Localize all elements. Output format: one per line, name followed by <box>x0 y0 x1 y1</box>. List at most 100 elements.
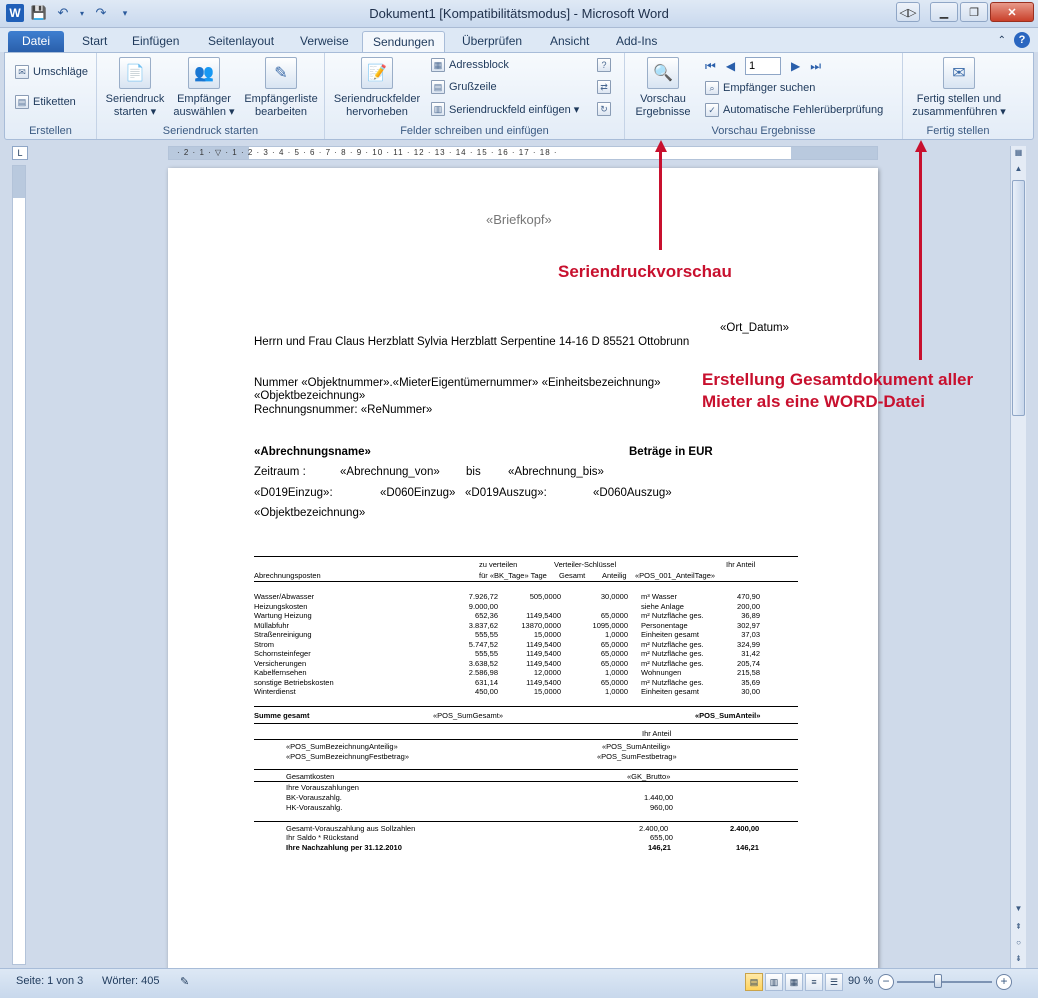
empfaenger-label1: Empfänger <box>177 93 231 105</box>
anteil-rule <box>254 739 798 740</box>
next-page-icon[interactable]: ⇟ <box>1012 954 1025 968</box>
etiketten-button[interactable]: ▤ Etiketten <box>15 95 76 109</box>
word-count[interactable]: Wörter: 405 <box>102 975 159 987</box>
table-cell: 30,0000 <box>600 592 628 601</box>
empfaenger-suchen-button[interactable]: ⌕ Empfänger suchen <box>705 81 815 95</box>
first-record-icon[interactable]: ⏮ <box>705 59 716 74</box>
collapse-ribbon-icon[interactable]: ⌃ <box>998 35 1006 46</box>
tab-einfuegen[interactable]: Einfügen <box>122 31 189 52</box>
scroll-up-icon[interactable]: ▲ <box>1012 164 1025 178</box>
table-cell: 1,0000 <box>605 687 628 696</box>
hervorheben-label1: Seriendruckfelder <box>333 93 421 105</box>
fehlerpruefung-button[interactable]: ✓ Automatische Fehlerüberprüfung <box>705 103 883 117</box>
objektbezeichnung-field: «Objektbezeichnung» <box>254 390 366 402</box>
gesamt-voraus-value-2: 2.400,00 <box>730 824 760 833</box>
tab-start[interactable]: Start <box>72 31 117 52</box>
page-count[interactable]: Seite: 1 von 3 <box>16 975 83 987</box>
umschlaege-button[interactable]: ✉ Umschläge <box>15 65 88 79</box>
vertical-scrollbar[interactable]: ▦ ▲ ▼ ⇞ ○ ⇟ <box>1010 146 1026 968</box>
tab-ansicht[interactable]: Ansicht <box>540 31 599 52</box>
vorschau-label1: Vorschau <box>640 93 686 105</box>
annotation-seriendruckvorschau: Seriendruckvorschau <box>558 262 732 281</box>
tab-datei[interactable]: Datei <box>8 31 64 52</box>
tab-add-ins[interactable]: Add-Ins <box>606 31 667 52</box>
table-cell: Personentage <box>641 620 688 630</box>
tab-verweise[interactable]: Verweise <box>290 31 359 52</box>
tab-ueberpruefen[interactable]: Überprüfen <box>452 31 532 52</box>
scroll-thumb[interactable] <box>1012 180 1025 416</box>
finish-merge-icon: ✉ <box>943 57 975 89</box>
empfaenger-auswaehlen-button[interactable]: 👥 Empfänger auswählen ▾ <box>171 57 237 119</box>
table-cell: 36,89 <box>741 611 760 620</box>
tab-seitenlayout[interactable]: Seitenlayout <box>198 31 284 52</box>
update-labels-button[interactable]: ↻ <box>597 102 611 116</box>
table-cell: sonstige Betriebskosten <box>254 677 334 687</box>
browse-object-icon[interactable]: ○ <box>1012 938 1025 952</box>
restore-arrows-icon[interactable]: ◁▷ <box>896 2 920 22</box>
web-layout-icon[interactable]: ▦ <box>785 973 803 991</box>
cost-table-body: Wasser/Abwasser 7.926,72 505,0000 30,0000 m³… <box>254 592 798 702</box>
horizontal-ruler[interactable]: · 2 · 1 · ▽ · 1 · 2 · 3 · 4 · 5 · 6 · 7 … <box>168 146 878 160</box>
tab-sendungen[interactable]: Sendungen <box>362 31 446 52</box>
find-recipient-icon: ⌕ <box>705 81 719 95</box>
update-labels-icon: ↻ <box>597 102 611 116</box>
seriendruck-starten-button[interactable]: 📄 Seriendruck starten ▾ <box>103 57 167 119</box>
document-workspace[interactable]: «Briefkopf» «Ort_Datum» Herrn und Frau C… <box>30 160 1010 968</box>
proofing-icon[interactable]: ✎ <box>180 975 189 988</box>
last-record-icon[interactable]: ⏭ <box>810 59 821 74</box>
help-icon[interactable]: ? <box>1014 32 1030 48</box>
ort-datum-field: «Ort_Datum» <box>720 322 790 334</box>
empfaengerliste-bearbeiten-button[interactable]: ✎ Empfängerliste bearbeiten <box>241 57 321 119</box>
fertig-stellen-button[interactable]: ✉ Fertig stellen und zusammenführen ▾ <box>907 57 1011 119</box>
arrow-vorschau-shaft <box>659 150 662 250</box>
rules-button[interactable]: ? <box>597 58 611 72</box>
ruler-toggle-icon[interactable]: ▦ <box>1012 148 1025 162</box>
fullscreen-reading-icon[interactable]: ▥ <box>765 973 783 991</box>
grusszeile-button[interactable]: ▤ Grußzeile <box>431 80 497 94</box>
header-ihr-anteil: Ihr Anteil <box>726 560 756 569</box>
nachzahlung-label: Ihre Nachzahlung per 31.12.2010 <box>286 843 402 852</box>
table-cell: 555,55 <box>475 649 498 658</box>
window-controls: ◁▷ ▁ ❐ ✕ <box>896 2 1034 22</box>
print-layout-icon[interactable]: ▤ <box>745 973 763 991</box>
table-row: Kabelfernsehen 2.586,98 12,0000 1,0000 Wohnu… <box>254 668 798 678</box>
vertical-ruler[interactable] <box>12 165 26 965</box>
table-cell: 450,00 <box>475 687 498 696</box>
record-number-input[interactable] <box>745 57 782 75</box>
etiketten-label: Etiketten <box>33 96 76 108</box>
draft-icon[interactable]: ☰ <box>825 973 843 991</box>
minimize-button[interactable]: ▁ <box>930 2 958 22</box>
header-gesamt: Gesamt <box>559 571 586 580</box>
zoom-out-icon[interactable]: − <box>878 974 894 990</box>
d019einzug-field: «D019Einzug»: <box>254 487 333 499</box>
insert-field-icon: ▥ <box>431 102 445 116</box>
vorschau-ergebnisse-button[interactable]: 🔍 Vorschau Ergebnisse <box>629 57 697 119</box>
next-record-icon[interactable]: ▶ <box>791 59 800 73</box>
prev-page-icon[interactable]: ⇞ <box>1012 922 1025 936</box>
table-cell: 215,58 <box>737 668 760 677</box>
close-button[interactable]: ✕ <box>990 2 1034 22</box>
zoom-slider-knob[interactable] <box>934 974 942 988</box>
header-zu-verteilen: zu verteilen <box>479 560 518 569</box>
group-label-vorschau: Vorschau Ergebnisse <box>711 125 816 137</box>
previous-record-icon[interactable]: ◀ <box>726 59 735 73</box>
table-row: Wasser/Abwasser 7.926,72 505,0000 30,0000 m³… <box>254 592 798 602</box>
zoom-slider[interactable] <box>897 981 992 983</box>
seriendruckfeld-einfuegen-button[interactable]: ▥ Seriendruckfeld einfügen ▾ <box>431 102 579 116</box>
maximize-button[interactable]: ❐ <box>960 2 988 22</box>
sumbez-anteilig-field: «POS_SumBezeichnungAnteilig» <box>286 742 398 751</box>
tab-selector[interactable]: L <box>12 146 28 160</box>
pos-sumgesamt-field: «POS_SumGesamt» <box>433 711 504 720</box>
sum-fest-field: «POS_SumFestbetrag» <box>597 752 677 761</box>
group-label-felder: Felder schreiben und einfügen <box>400 125 549 137</box>
document-page[interactable]: «Briefkopf» «Ort_Datum» Herrn und Frau C… <box>168 168 878 968</box>
adressblock-button[interactable]: ▦ Adressblock <box>431 58 509 72</box>
outline-icon[interactable]: ≡ <box>805 973 823 991</box>
zoom-in-icon[interactable]: + <box>996 974 1012 990</box>
table-row: Versicherungen 3.638,52 1149,5400 65,0000 m²… <box>254 659 798 669</box>
seriendruckfelder-hervorheben-button[interactable]: 📝 Seriendruckfelder hervorheben <box>329 57 425 119</box>
zoom-level[interactable]: 90 % <box>848 975 873 987</box>
scroll-down-icon[interactable]: ▼ <box>1012 904 1025 918</box>
summe-gesamt-label: Summe gesamt <box>254 711 310 720</box>
match-fields-button[interactable]: ⇄ <box>597 80 611 94</box>
